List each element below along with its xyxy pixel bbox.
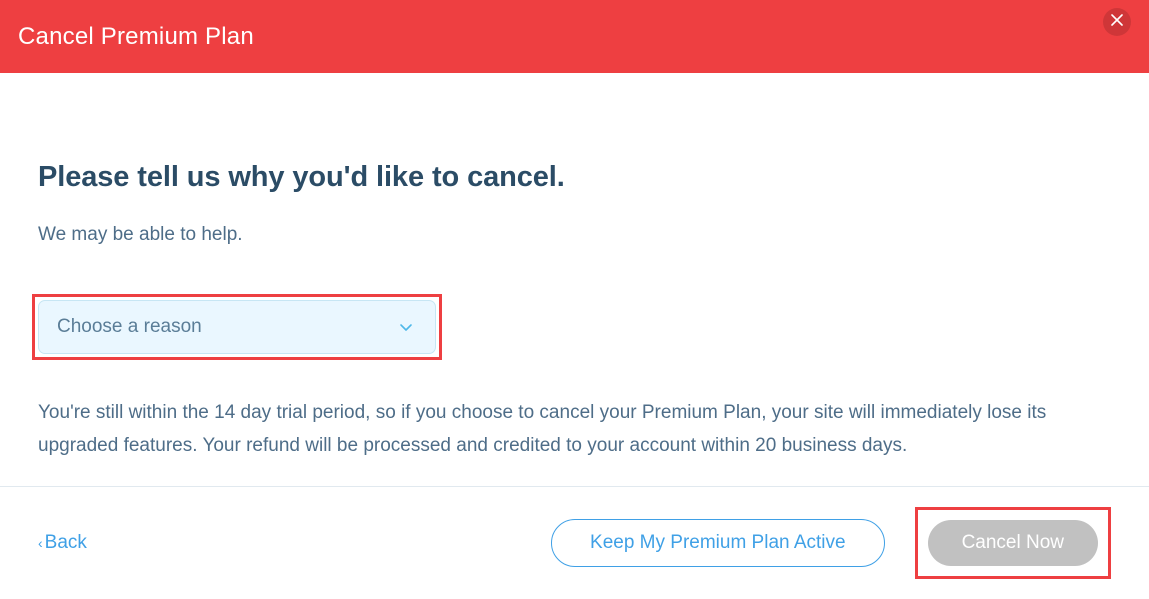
back-link-label: Back xyxy=(45,532,87,554)
cancel-premium-dialog: Cancel Premium Plan Please tell us why y… xyxy=(0,0,1149,599)
cancel-now-button[interactable]: Cancel Now xyxy=(928,520,1098,566)
back-link[interactable]: ‹ Back xyxy=(38,532,87,554)
cancel-now-highlight: Cancel Now xyxy=(915,507,1111,579)
chevron-left-icon: ‹ xyxy=(38,534,43,553)
dialog-title: Cancel Premium Plan xyxy=(18,23,254,51)
dialog-body: Please tell us why you'd like to cancel.… xyxy=(0,73,1149,462)
cancel-reason-heading: Please tell us why you'd like to cancel. xyxy=(38,161,1111,194)
footer-actions: Keep My Premium Plan Active Cancel Now xyxy=(551,507,1111,579)
reason-select-highlight: Choose a reason xyxy=(32,294,442,360)
cancel-now-label: Cancel Now xyxy=(962,532,1064,554)
trial-info-text: You're still within the 14 day trial per… xyxy=(38,396,1111,462)
close-button[interactable] xyxy=(1103,8,1131,36)
cancel-reason-subheading: We may be able to help. xyxy=(38,224,1111,246)
reason-select-placeholder: Choose a reason xyxy=(57,316,202,338)
dialog-header: Cancel Premium Plan xyxy=(0,0,1149,73)
reason-select[interactable]: Choose a reason xyxy=(38,300,436,354)
dialog-footer: ‹ Back Keep My Premium Plan Active Cance… xyxy=(0,486,1149,599)
close-icon xyxy=(1111,13,1123,31)
keep-plan-label: Keep My Premium Plan Active xyxy=(590,532,846,554)
chevron-down-icon xyxy=(399,320,413,334)
keep-plan-button[interactable]: Keep My Premium Plan Active xyxy=(551,519,885,567)
